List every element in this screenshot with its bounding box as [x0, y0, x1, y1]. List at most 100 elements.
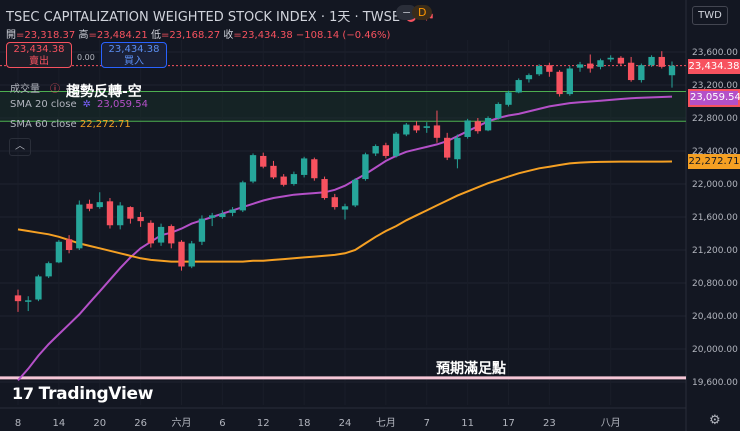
candle-body — [35, 276, 42, 300]
candle-body — [372, 146, 379, 154]
candle-body — [198, 218, 206, 242]
spread-value: 0.00 — [77, 53, 95, 62]
candle-body — [576, 64, 584, 68]
candle-body — [454, 137, 461, 160]
candle-body — [474, 121, 482, 132]
x-tick-label: 24 — [339, 418, 352, 429]
candle-body — [65, 239, 73, 250]
tradingview-logo[interactable]: 𝟭𝟳 TradingView — [12, 384, 153, 404]
x-tick-label: 8 — [15, 418, 21, 429]
candle-body — [617, 57, 625, 64]
candle-body — [484, 118, 492, 131]
x-tick-label: 26 — [134, 418, 147, 429]
settings-gear-icon[interactable]: ⚙ — [709, 413, 721, 428]
target-annotation: 預期滿足點 — [436, 361, 506, 377]
candle-body — [597, 60, 604, 67]
x-tick-label: 12 — [257, 418, 270, 429]
candle-body — [607, 57, 614, 60]
candle-body — [86, 203, 93, 209]
candle-body — [546, 65, 553, 72]
candle-body — [300, 158, 308, 175]
candle-body — [14, 295, 22, 302]
candle-body — [208, 215, 216, 218]
candle-body — [321, 179, 328, 199]
volume-legend[interactable]: 成交量 ⓘ — [10, 80, 60, 95]
candle-body — [627, 62, 635, 81]
symbol-title[interactable]: TSEC CAPITALIZATION WEIGHTED STOCK INDEX… — [6, 10, 400, 25]
candle-body — [382, 145, 390, 156]
x-tick-label: 17 — [502, 418, 515, 429]
candle-body — [260, 155, 267, 167]
currency-selector[interactable]: TWD — [692, 6, 728, 25]
candle-body — [127, 207, 134, 219]
delayed-data-badge[interactable]: D — [412, 5, 433, 20]
candle-body — [147, 222, 155, 244]
candle-body — [413, 125, 420, 131]
candle-body — [76, 204, 83, 249]
candle-body — [219, 213, 226, 217]
warning-icon[interactable]: ⓘ — [50, 84, 60, 95]
candle-body — [270, 165, 277, 178]
candle-body — [117, 205, 124, 226]
x-tick-label: 20 — [93, 418, 106, 429]
candle-body — [341, 206, 349, 210]
candle-body — [106, 201, 114, 226]
x-tick-label: 7 — [424, 418, 430, 429]
x-tick-label: 六月 — [172, 417, 192, 429]
candle-body — [535, 66, 543, 75]
sma20-price-tag: 23,059.54 — [688, 89, 740, 107]
x-tick-label: 18 — [298, 418, 311, 429]
x-tick-label: 14 — [53, 418, 66, 429]
candle-body — [362, 154, 369, 180]
y-tick-label: 21,200.00 — [692, 246, 738, 256]
candle-body — [229, 209, 236, 213]
candle-body — [311, 159, 318, 179]
last-price-tag: 23,434.38 — [688, 59, 740, 74]
y-tick-label: 19,600.00 — [692, 378, 738, 388]
buy-button[interactable]: 23,434.38 買入 — [101, 42, 167, 68]
candle-body — [525, 75, 533, 80]
candle-body — [505, 92, 512, 105]
sell-price: 23,434.38 — [13, 44, 65, 55]
candle-body — [495, 103, 502, 118]
candle-body — [433, 125, 441, 138]
candle-body — [249, 155, 257, 182]
candle-body — [168, 226, 175, 244]
candle-body — [638, 65, 645, 81]
x-tick-label: 七月 — [376, 417, 396, 429]
collapse-icon[interactable]: ︿ — [9, 138, 31, 156]
candle-body — [25, 300, 32, 302]
chart-title: TSEC CAPITALIZATION WEIGHTED STOCK INDEX… — [6, 6, 435, 25]
x-tick-label: 八月 — [601, 417, 621, 429]
tradingview-icon: 𝟭𝟳 — [12, 384, 34, 403]
candle-body — [45, 263, 52, 277]
sma60-price-tag: 22,272.71 — [688, 154, 740, 169]
candle-body — [96, 202, 103, 208]
candle-body — [280, 176, 287, 185]
x-tick-label: 6 — [219, 418, 225, 429]
candle-body — [444, 137, 451, 158]
y-tick-label: 20,400.00 — [692, 312, 738, 322]
candle-body — [157, 226, 165, 243]
candle-body — [290, 174, 298, 184]
candle-body — [556, 71, 563, 95]
y-tick-label: 23,600.00 — [692, 48, 738, 58]
candle-body — [137, 217, 144, 222]
candle-body — [464, 120, 471, 137]
sma60-legend[interactable]: SMA 60 close 22,272.71 — [10, 119, 131, 130]
y-tick-label: 22,000.00 — [692, 180, 738, 190]
candle-body — [188, 243, 195, 267]
candle-body — [566, 68, 573, 95]
candle-body — [403, 124, 410, 135]
candle-body — [587, 63, 594, 69]
candle-body — [515, 80, 522, 93]
ohlc-readout: 開=23,318.37 高=23,484.21 低=23,168.27 收=23… — [6, 30, 391, 41]
candle-body — [55, 241, 63, 263]
candle-body — [423, 126, 430, 128]
candle-body — [658, 56, 665, 67]
trend-reversal-annotation: 趨勢反轉-空 — [66, 84, 142, 100]
sell-button[interactable]: 23,434.38 賣出 — [6, 42, 72, 68]
x-tick-label: 23 — [543, 418, 556, 429]
candle-body — [648, 56, 655, 66]
candle-body — [392, 133, 400, 156]
